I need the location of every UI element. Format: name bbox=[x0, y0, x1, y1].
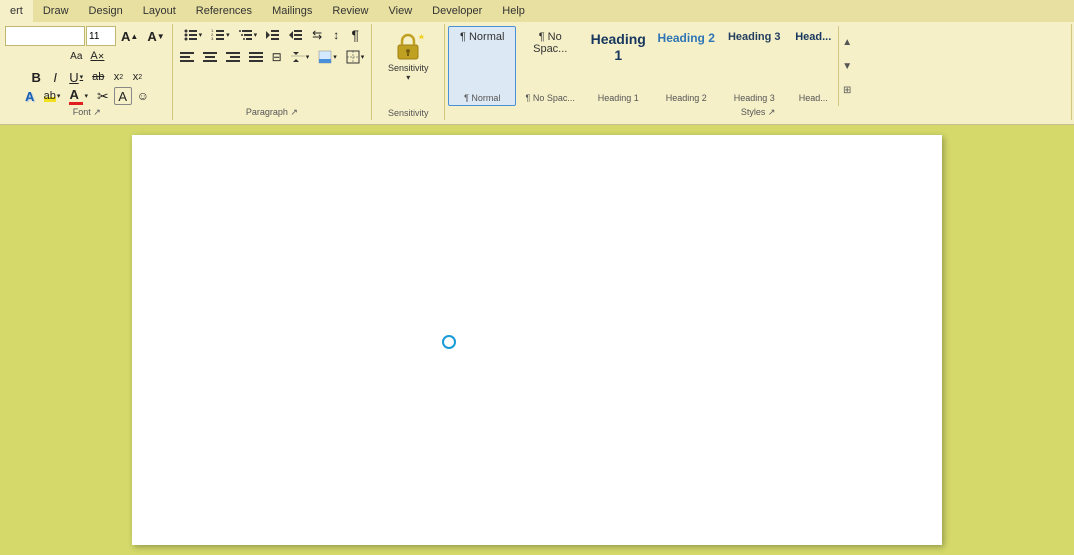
style-normal-preview: ¶ Normal bbox=[460, 31, 504, 43]
svg-text:3.: 3. bbox=[211, 36, 214, 41]
font-shrink-btn[interactable]: A▼ bbox=[143, 27, 168, 45]
tab-view[interactable]: View bbox=[379, 0, 423, 22]
tab-references[interactable]: References bbox=[186, 0, 262, 22]
tab-mailings[interactable]: Mailings bbox=[262, 0, 322, 22]
document-page[interactable] bbox=[132, 135, 942, 545]
shading-btn[interactable]: ▾ bbox=[314, 48, 341, 66]
strikethrough-btn[interactable]: ab bbox=[88, 68, 108, 86]
style-heading2[interactable]: Heading 2 Heading 2 bbox=[652, 26, 720, 106]
font-color-btn[interactable]: A ▾ bbox=[65, 87, 92, 105]
increase-indent-btn[interactable] bbox=[285, 26, 307, 44]
sensitivity-group-label: Sensitivity bbox=[372, 108, 444, 118]
font-name-input[interactable] bbox=[5, 26, 85, 46]
style-h2-preview: Heading 2 bbox=[658, 31, 715, 45]
document-area bbox=[0, 125, 1074, 555]
align-left-btn[interactable] bbox=[176, 48, 198, 66]
tab-draw[interactable]: Draw bbox=[33, 0, 79, 22]
style-h4-preview: Head... bbox=[795, 31, 831, 43]
clear-formatting-btn[interactable]: A✕ bbox=[87, 47, 107, 65]
sort-btn[interactable]: ↕ bbox=[327, 26, 345, 44]
tab-layout[interactable]: Layout bbox=[133, 0, 186, 22]
style-h4-label: Head... bbox=[799, 93, 828, 103]
tab-ert[interactable]: ert bbox=[0, 0, 33, 22]
style-heading4[interactable]: Head... Head... bbox=[788, 26, 838, 106]
special-char-btn[interactable]: ☺ bbox=[133, 87, 153, 105]
ltr-rtl-btn[interactable]: ⇆ bbox=[308, 26, 326, 44]
font-group: A▲ A▼ Aa A✕ B I U▾ ab x2 x2 bbox=[2, 24, 173, 120]
change-case-btn[interactable]: Aa bbox=[66, 47, 86, 65]
paragraph-group-label: Paragraph ↗ bbox=[173, 107, 372, 118]
columns-btn[interactable]: ⊟ bbox=[268, 48, 286, 66]
style-h1-preview: Heading 1 bbox=[589, 31, 647, 63]
line-spacing-btn[interactable]: ▾ bbox=[287, 48, 314, 66]
subscript-btn[interactable]: x2 bbox=[109, 68, 127, 86]
align-center-btn[interactable] bbox=[199, 48, 221, 66]
cursor-ring bbox=[442, 335, 456, 349]
bold-btn[interactable]: B bbox=[27, 68, 45, 86]
style-normal-label: ¶ Normal bbox=[464, 93, 500, 103]
underline-btn[interactable]: U▾ bbox=[65, 68, 87, 86]
styles-scroll-up[interactable]: ▲ bbox=[839, 30, 855, 54]
style-h1-label: Heading 1 bbox=[598, 93, 639, 103]
multilevel-btn[interactable]: ▾ bbox=[235, 26, 262, 44]
style-h2-label: Heading 2 bbox=[666, 93, 707, 103]
style-nospacing-preview: ¶ No Spac... bbox=[521, 31, 579, 55]
font-group-label: Font ↗ bbox=[2, 107, 172, 118]
sensitivity-icon bbox=[392, 31, 424, 63]
styles-group-label: Styles ↗ bbox=[445, 107, 1071, 118]
sensitivity-group: Sensitivity ▾ Sensitivity bbox=[372, 24, 445, 120]
styles-scroll-down[interactable]: ▼ bbox=[839, 54, 855, 78]
styles-expand-icon[interactable]: ↗ bbox=[768, 107, 776, 117]
tab-review[interactable]: Review bbox=[322, 0, 378, 22]
styles-items: ¶ Normal ¶ Normal ¶ No Spac... ¶ No Spac… bbox=[448, 26, 838, 106]
decrease-indent-btn[interactable] bbox=[262, 26, 284, 44]
text-effects-btn[interactable]: A bbox=[21, 87, 39, 105]
superscript-btn[interactable]: x2 bbox=[128, 68, 146, 86]
show-marks-btn[interactable]: ¶ bbox=[346, 26, 364, 44]
tab-help[interactable]: Help bbox=[492, 0, 535, 22]
clear-btn2[interactable]: A bbox=[114, 87, 132, 105]
style-h3-preview: Heading 3 bbox=[728, 31, 781, 43]
font-grow-btn[interactable]: A▲ bbox=[117, 27, 142, 45]
italic-btn[interactable]: I bbox=[46, 68, 64, 86]
borders-btn[interactable]: ▾ bbox=[342, 48, 369, 66]
bullets-btn[interactable]: ▾ bbox=[180, 26, 207, 44]
numbering-btn[interactable]: 1.2.3. ▾ bbox=[207, 26, 234, 44]
highlight-btn[interactable]: ab▾ bbox=[40, 87, 65, 105]
style-nospacing-label: ¶ No Spac... bbox=[526, 93, 575, 103]
font-size-input[interactable] bbox=[86, 26, 116, 46]
styles-scroll: ▲ ▼ ⊞ bbox=[838, 26, 855, 106]
style-heading3[interactable]: Heading 3 Heading 3 bbox=[720, 26, 788, 106]
sensitivity-btn[interactable]: Sensitivity ▾ bbox=[378, 26, 438, 86]
styles-group: ¶ Normal ¶ Normal ¶ No Spac... ¶ No Spac… bbox=[445, 24, 1072, 120]
styles-expand[interactable]: ⊞ bbox=[839, 78, 855, 102]
style-no-spacing[interactable]: ¶ No Spac... ¶ No Spac... bbox=[516, 26, 584, 106]
tab-design[interactable]: Design bbox=[79, 0, 133, 22]
sensitivity-label: Sensitivity bbox=[388, 63, 429, 73]
justify-btn[interactable] bbox=[245, 48, 267, 66]
paragraph-group: ▾ 1.2.3. ▾ ▾ ⇆ bbox=[173, 24, 373, 120]
tab-developer[interactable]: Developer bbox=[422, 0, 492, 22]
style-normal[interactable]: ¶ Normal ¶ Normal bbox=[448, 26, 516, 106]
style-h3-label: Heading 3 bbox=[734, 93, 775, 103]
tab-bar: ert Draw Design Layout References Mailin… bbox=[0, 0, 1074, 22]
style-heading1[interactable]: Heading 1 Heading 1 bbox=[584, 26, 652, 106]
sensitivity-dropdown: ▾ bbox=[406, 73, 410, 82]
align-right-btn[interactable] bbox=[222, 48, 244, 66]
format-painter-btn[interactable]: ✂ bbox=[93, 87, 113, 105]
font-expand-icon[interactable]: ↗ bbox=[93, 107, 101, 117]
paragraph-expand-icon[interactable]: ↗ bbox=[290, 107, 298, 117]
